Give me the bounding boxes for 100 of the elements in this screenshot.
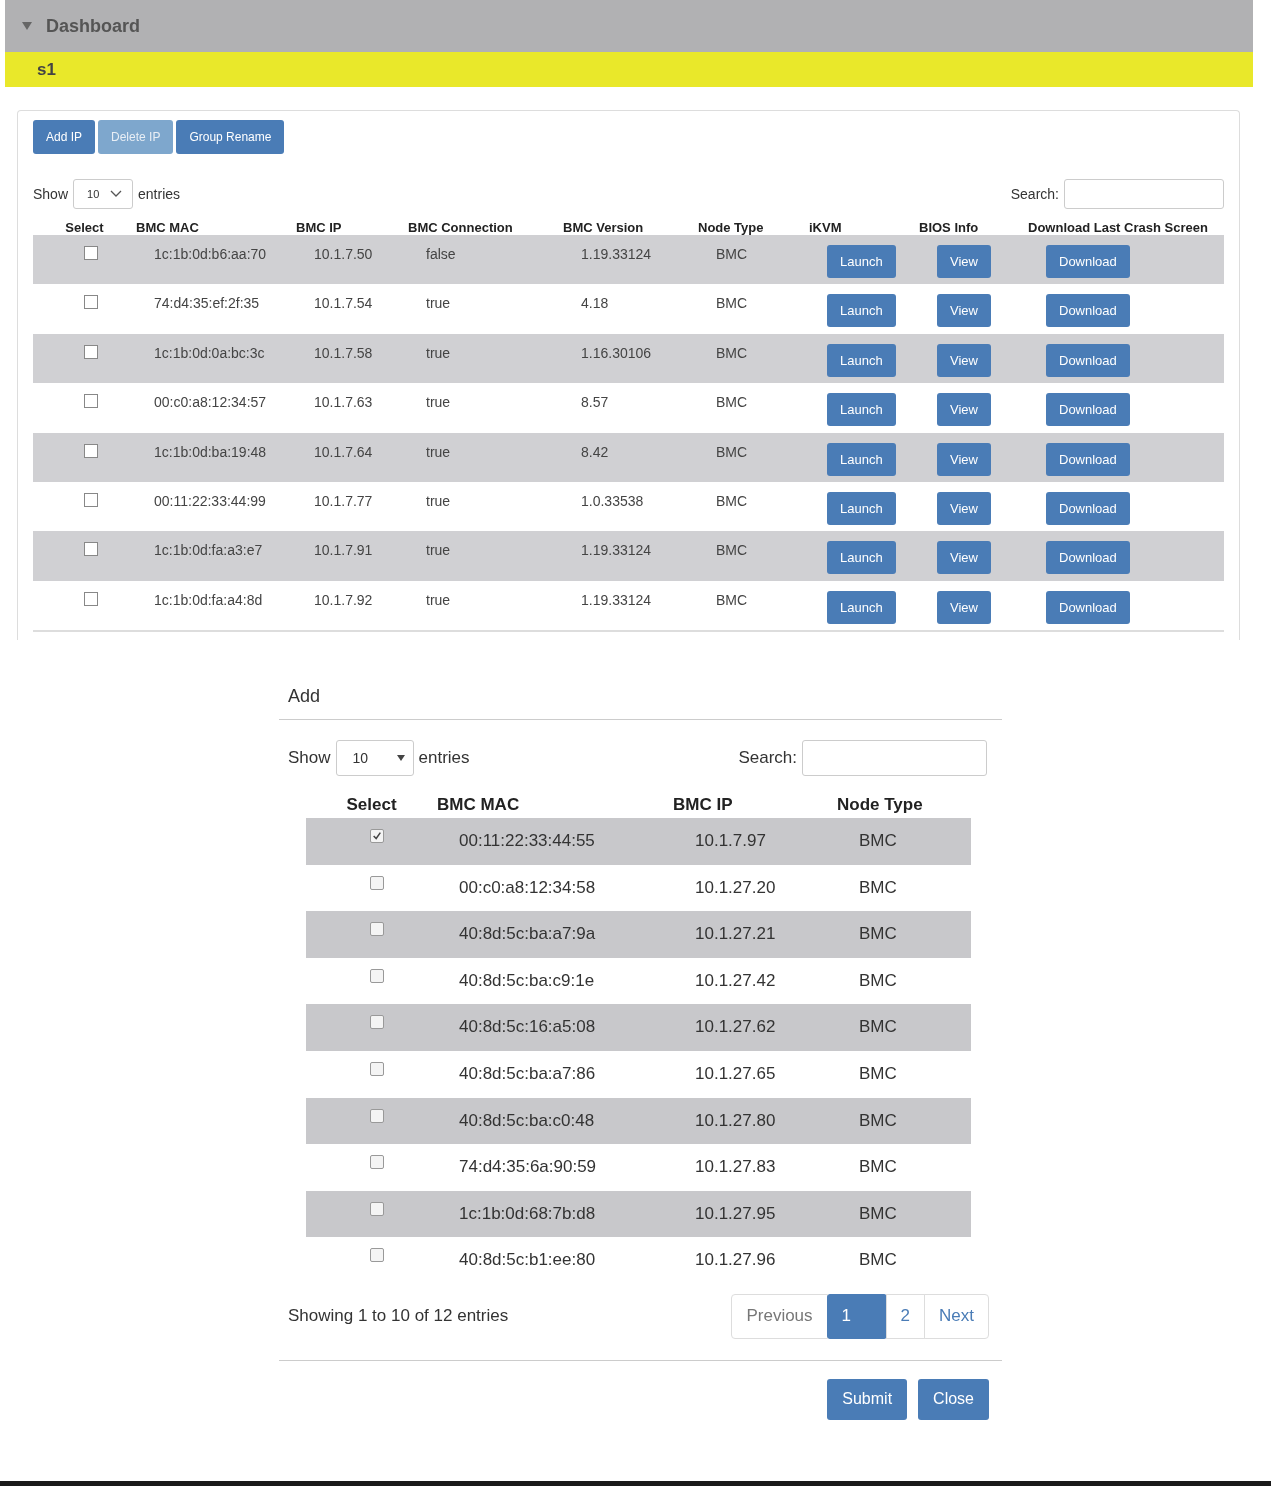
row-checkbox[interactable] [83,542,98,557]
download-button[interactable]: Download [1046,294,1130,328]
launch-button[interactable]: Launch [827,343,896,377]
row-checkbox[interactable] [83,394,98,409]
launch-button[interactable]: Launch [827,393,896,427]
view-button[interactable]: View [937,491,991,525]
row-checkbox[interactable] [369,1061,384,1076]
row-checkbox[interactable] [369,829,384,843]
table-cell: 40:8d:5c:ba:c9:1e [459,970,595,990]
page-button[interactable]: 2 [885,1293,926,1339]
table-cell: 40:8d:5c:16:a5:08 [459,1017,596,1037]
entries-select[interactable]: 10 [335,740,414,776]
table-cell: true [426,344,451,361]
column-header: BMC Version [563,220,645,235]
table-cell: BMC [716,591,748,608]
launch-button[interactable]: Launch [827,590,896,624]
view-button[interactable]: View [937,245,991,278]
row-checkbox[interactable] [369,1201,384,1216]
table-cell: 10.1.27.42 [695,970,776,990]
table-cell: BMC [716,443,748,460]
dialog-button[interactable]: Close [918,1378,989,1420]
launch-button[interactable]: Launch [827,442,896,476]
dialog-title: Add [279,680,1002,720]
table-cell: 10.1.7.97 [695,831,766,850]
table-cell: 1c:1b:0d:b6:aa:70 [154,246,267,262]
row-checkbox[interactable] [369,1108,384,1123]
table-cell: 40:8d:5c:ba:c0:48 [459,1110,595,1130]
launch-button[interactable]: Launch [827,491,896,525]
table-cell: 10.1.27.65 [695,1063,776,1083]
row-checkbox[interactable] [83,492,98,507]
table-cell: 8.57 [581,394,609,411]
table-cell: true [426,492,451,509]
row-checkbox[interactable] [83,295,98,310]
table-cell: 1.16.30106 [581,344,652,361]
launch-button[interactable]: Launch [827,541,896,575]
view-button[interactable]: View [937,590,991,624]
download-button[interactable]: Download [1046,245,1130,278]
view-button[interactable]: View [937,442,991,476]
dashboard-header-bar[interactable]: Dashboard [5,0,1253,52]
table-cell: BMC [859,1017,897,1037]
table-cell: 00:11:22:33:44:55 [459,831,595,850]
toolbar-button[interactable]: Group Rename [176,120,285,154]
table-cell: 4.18 [581,295,609,312]
dialog-button[interactable]: Submit [827,1378,908,1420]
row-checkbox[interactable] [369,1248,384,1263]
toolbar-button[interactable]: Add IP [33,120,96,154]
show-label: Show [33,186,69,202]
table-cell: true [426,542,451,559]
table-cell: BMC [859,970,897,990]
caret-icon [396,755,405,761]
table-cell: BMC [859,1157,897,1177]
table-cell: BMC [859,1250,897,1270]
view-button[interactable]: View [937,343,991,377]
table-cell: 40:8d:5c:ba:a7:86 [459,1063,596,1083]
search-field[interactable] [802,740,987,776]
table-cell: 1.19.33124 [581,591,652,608]
dashboard-title: Dashboard [46,15,141,37]
table-cell: 10.1.27.96 [695,1250,776,1270]
table-cell: BMC [859,1203,897,1223]
download-button[interactable]: Download [1046,590,1130,624]
download-button[interactable]: Download [1046,491,1130,525]
page-button[interactable]: Next [924,1293,989,1339]
row-checkbox[interactable] [369,968,384,983]
launch-button[interactable]: Launch [827,245,896,278]
table-cell: BMC [859,924,897,944]
view-button[interactable]: View [937,541,991,575]
page-button[interactable]: 1 [826,1293,887,1339]
table-cell: 10.1.7.92 [314,591,373,608]
column-header: Select [345,794,398,816]
table-cell: 1c:1b:0d:68:7b:d8 [459,1203,596,1223]
view-button[interactable]: View [937,294,991,328]
download-button[interactable]: Download [1046,541,1130,575]
table-cell: 10.1.27.20 [695,877,776,897]
row-checkbox[interactable] [369,1155,384,1170]
row-checkbox[interactable] [369,1015,384,1030]
table-cell: 1c:1b:0d:fa:a3:e7 [154,542,263,559]
column-header: BMC IP [673,794,734,816]
launch-button[interactable]: Launch [827,294,896,328]
column-header: Node Type [837,794,924,816]
column-header: BMC IP [296,220,343,235]
row-checkbox[interactable] [83,246,98,260]
entries-select[interactable]: 10 [73,179,134,209]
download-button[interactable]: Download [1046,442,1130,476]
column-header: Download Last Crash Screen [1028,220,1209,235]
row-checkbox[interactable] [83,344,98,359]
row-checkbox[interactable] [83,443,98,458]
search-field[interactable] [1064,179,1224,209]
row-checkbox[interactable] [83,591,98,606]
download-button[interactable]: Download [1046,393,1130,427]
table-cell: 10.1.7.58 [314,344,373,361]
column-header: BIOS Info [919,220,980,235]
column-header: BMC Connection [408,220,514,235]
table-cell: BMC [716,542,748,559]
row-checkbox[interactable] [369,875,384,890]
view-button[interactable]: View [937,393,991,427]
page-button[interactable]: Previous [731,1293,828,1339]
table-cell: 10.1.27.95 [695,1203,776,1223]
row-checkbox[interactable] [369,922,384,937]
table-cell: 74:d4:35:ef:2f:35 [154,295,260,312]
download-button[interactable]: Download [1046,343,1130,377]
